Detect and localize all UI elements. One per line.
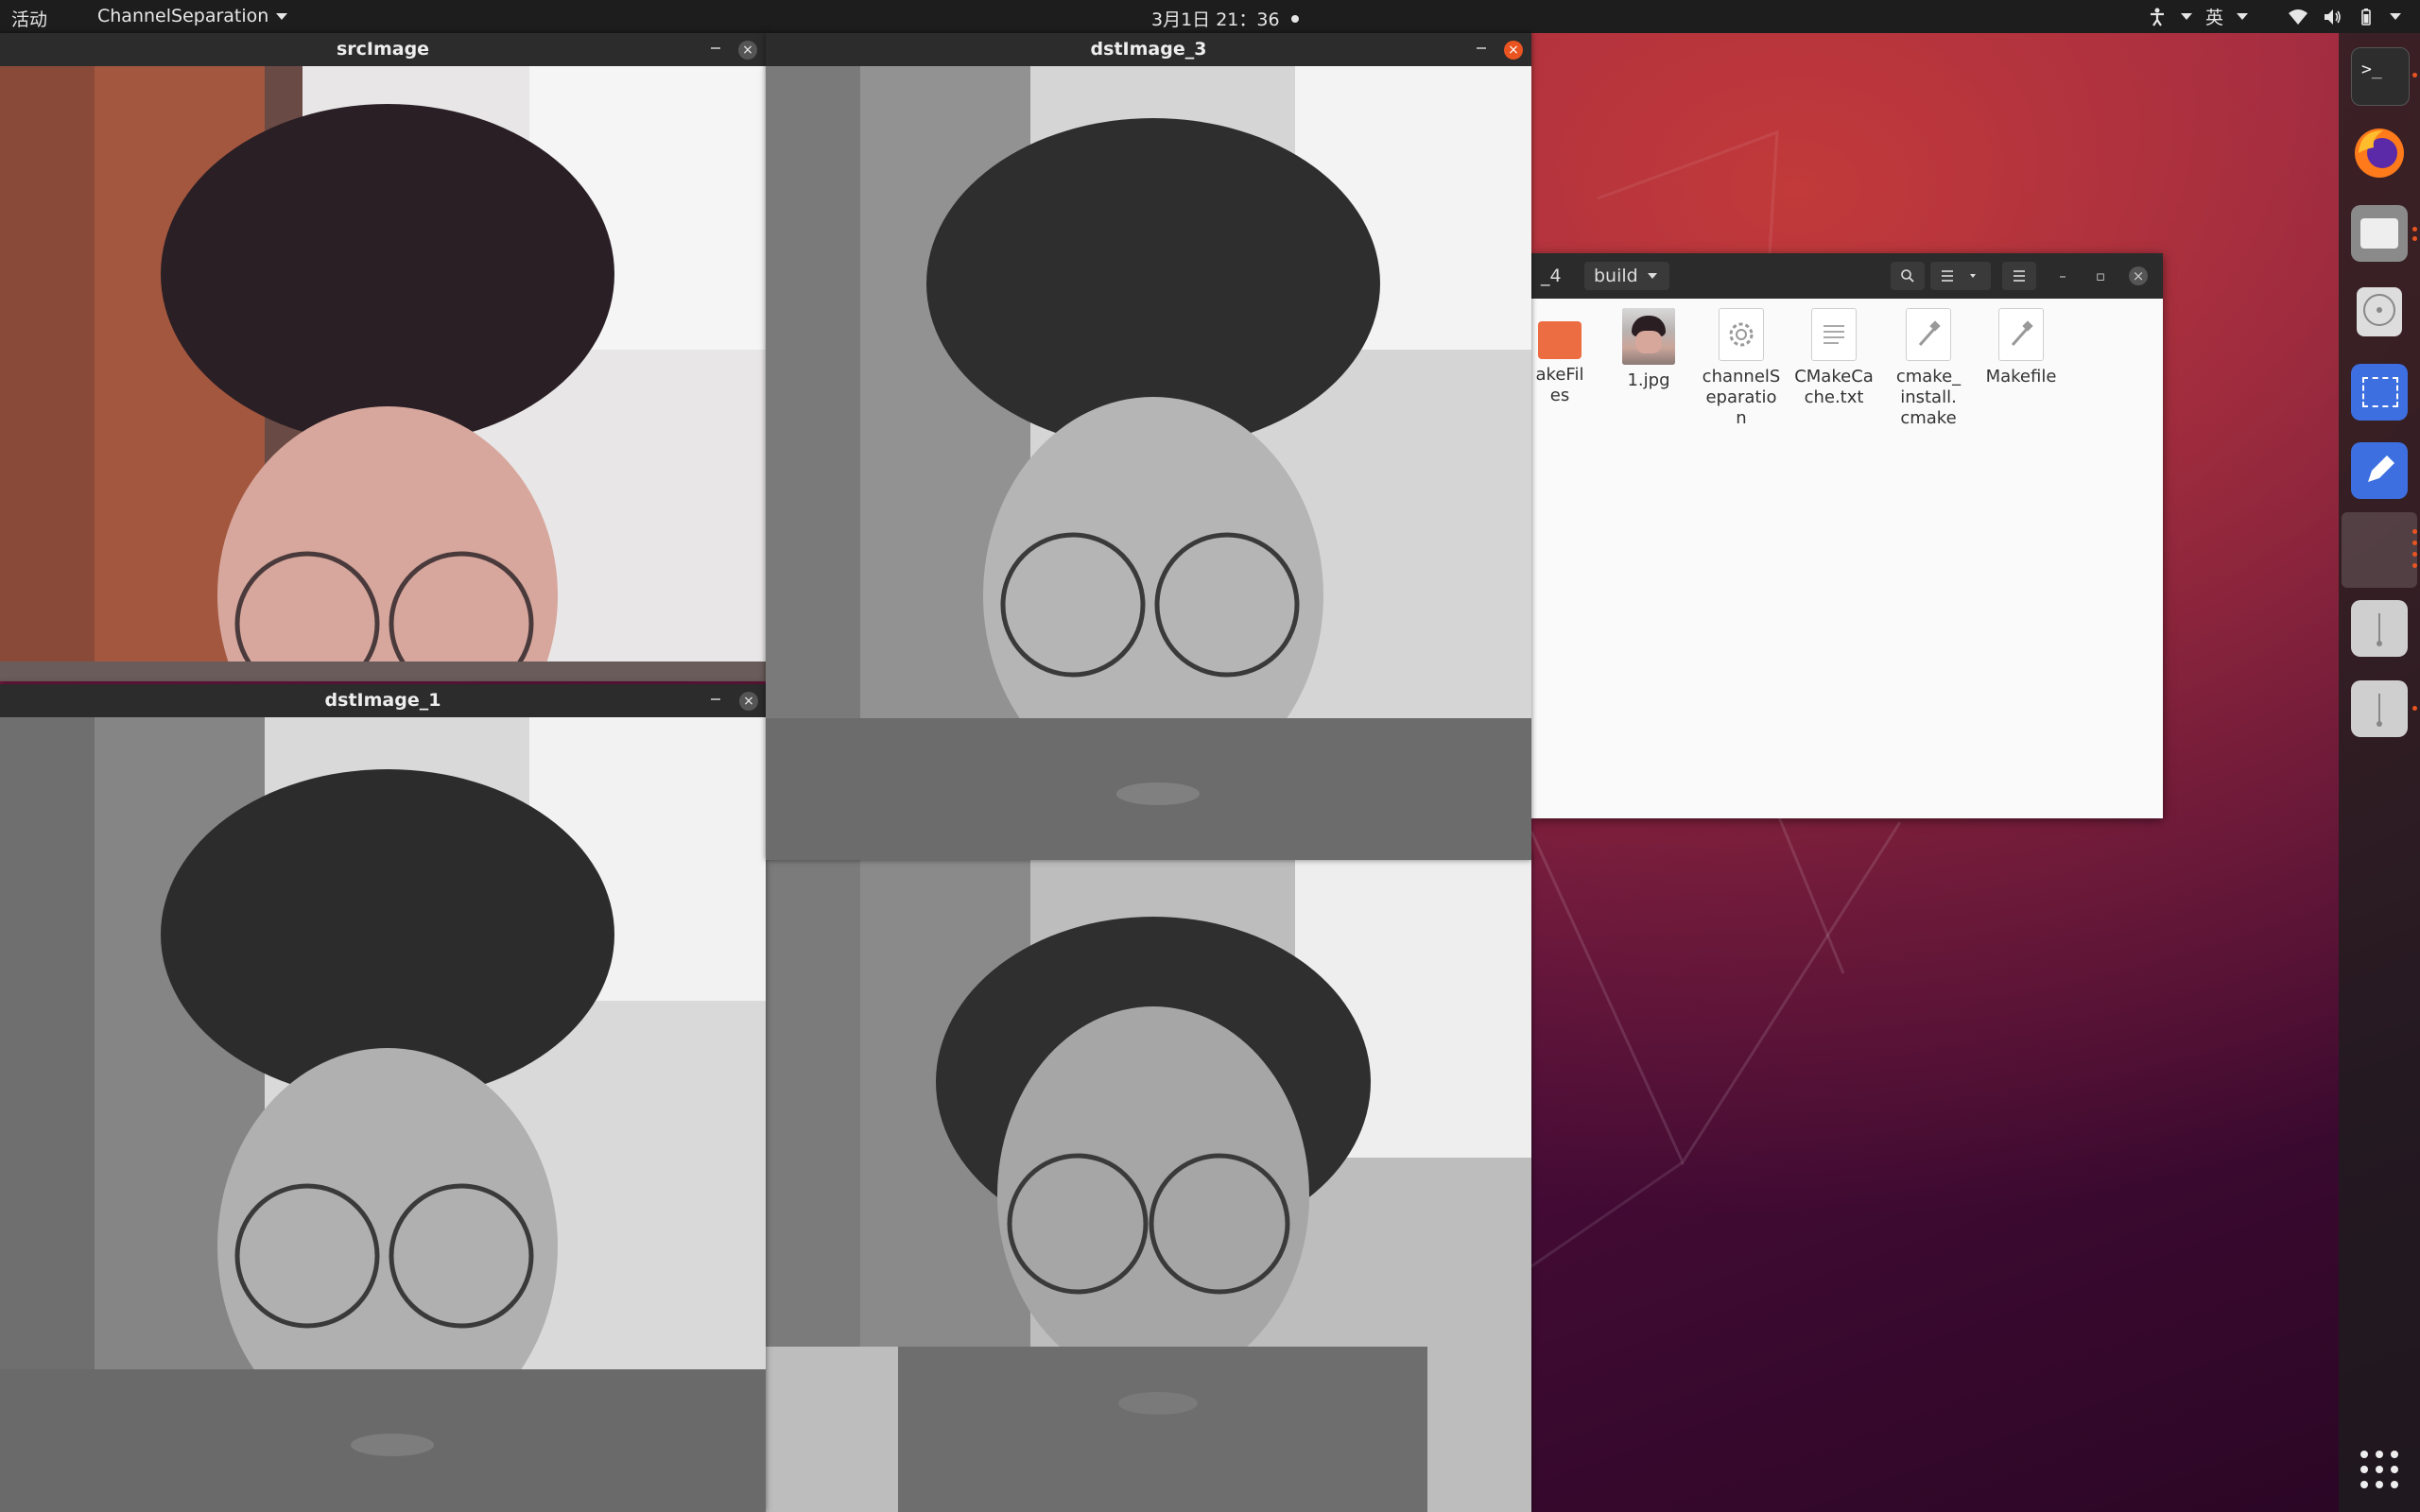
minimize-button[interactable] xyxy=(1477,47,1486,49)
maximize-button[interactable]: ▫ xyxy=(2091,266,2110,285)
running-indicator xyxy=(2412,541,2417,545)
activities-button[interactable]: 活动 xyxy=(11,6,47,31)
close-button[interactable]: × xyxy=(1504,41,1523,60)
files-icon[interactable] xyxy=(2351,205,2408,262)
grayscale-photo xyxy=(0,717,766,1512)
file-name: channelS eparatio n xyxy=(1702,367,1781,428)
running-indicator xyxy=(2412,529,2417,534)
breadcrumb-current[interactable]: build xyxy=(1584,262,1669,290)
show-apps-icon[interactable] xyxy=(2351,1441,2408,1498)
close-button[interactable]: × xyxy=(2129,266,2148,285)
window-title: dstImage_3 xyxy=(766,33,1531,66)
file-name: CMakeCa che.txt xyxy=(1794,367,1874,407)
running-indicator xyxy=(2412,73,2417,77)
srcimage-window[interactable]: srcImage × xyxy=(0,33,766,681)
script-icon xyxy=(1998,308,2044,361)
battery-icon xyxy=(2361,8,2371,26)
top-bar: 活动 ChannelSeparation 3月1日 21：36 英 xyxy=(0,0,2420,33)
app-menu[interactable]: ChannelSeparation xyxy=(97,6,288,26)
grayscale-photo xyxy=(766,66,1531,860)
chevron-down-icon xyxy=(2180,13,2192,20)
usb-drive-icon[interactable] xyxy=(2351,600,2408,657)
minimize-button[interactable] xyxy=(711,47,720,49)
chevron-down-icon xyxy=(2390,13,2401,20)
image-window-hidden xyxy=(766,855,1531,1512)
view-options-button[interactable] xyxy=(1930,262,1991,290)
running-indicator xyxy=(2412,706,2417,711)
clock[interactable]: 3月1日 21：36 xyxy=(1151,6,1299,31)
clock-label: 3月1日 21：36 xyxy=(1151,9,1280,30)
dock: >_ xyxy=(2339,33,2420,1512)
file-item[interactable]: akeFil es xyxy=(1531,308,1607,406)
accessibility-icon[interactable] xyxy=(2147,7,2168,27)
file-item[interactable]: 1.jpg xyxy=(1601,308,1696,391)
breadcrumb-current-label: build xyxy=(1594,266,1638,286)
terminal-icon[interactable]: >_ xyxy=(2351,47,2410,106)
file-name: Makefile xyxy=(1985,367,2057,387)
grayscale-image xyxy=(766,855,1531,1512)
grayscale-photo xyxy=(766,855,1531,1512)
opencv-window-icon[interactable] xyxy=(2342,512,2417,588)
notification-dot-icon xyxy=(1290,14,1299,23)
running-indicator xyxy=(2412,236,2417,241)
running-indicator xyxy=(2412,563,2417,568)
folder-icon xyxy=(1538,321,1582,359)
input-method-indicator[interactable]: 英 xyxy=(2205,4,2223,29)
app-menu-label: ChannelSeparation xyxy=(97,6,269,26)
system-tray[interactable]: 英 xyxy=(2147,4,2401,29)
chevron-down-icon xyxy=(276,12,288,20)
window-title: srcImage xyxy=(0,33,766,66)
grayscale-image xyxy=(0,717,766,1512)
file-name: 1.jpg xyxy=(1627,370,1670,390)
disc-icon[interactable] xyxy=(2351,284,2408,340)
running-indicator xyxy=(2412,227,2417,232)
file-item[interactable]: CMakeCa che.txt xyxy=(1787,308,1881,408)
search-icon xyxy=(1901,269,1914,283)
image-thumbnail xyxy=(1622,308,1675,365)
file-item[interactable]: channelS eparatio n xyxy=(1694,308,1789,429)
file-name: cmake_ install. cmake xyxy=(1895,367,1962,428)
firefox-icon[interactable] xyxy=(2351,125,2408,181)
search-button[interactable] xyxy=(1891,262,1925,290)
wifi-icon xyxy=(2289,9,2308,25)
screenshot-icon[interactable] xyxy=(2351,364,2408,421)
file-item[interactable]: cmake_ install. cmake xyxy=(1881,308,1976,429)
file-name: akeFil es xyxy=(1535,365,1584,405)
close-button[interactable]: × xyxy=(739,692,758,711)
color-image xyxy=(0,66,766,681)
window-title: dstImage_1 xyxy=(0,684,766,717)
minimize-button[interactable]: – xyxy=(2053,266,2072,285)
files-window: _4 build – ▫ × akeFil es 1.jpg channelS … xyxy=(1531,253,2163,818)
color-photo xyxy=(0,66,766,681)
menu-button[interactable] xyxy=(2002,262,2036,290)
dstimage3-window[interactable]: dstImage_3 × xyxy=(766,33,1531,860)
grayscale-image xyxy=(766,66,1531,860)
script-icon xyxy=(1906,308,1951,361)
volume-icon xyxy=(2325,9,2341,25)
file-item[interactable]: Makefile xyxy=(1974,308,2068,387)
dstimage1-window[interactable]: dstImage_1 × xyxy=(0,684,766,1512)
executable-icon xyxy=(1719,308,1764,361)
chevron-down-icon xyxy=(1647,273,1657,279)
list-view-icon xyxy=(1942,270,1976,282)
running-indicator xyxy=(2412,552,2417,557)
usb-drive-icon[interactable] xyxy=(2351,680,2408,737)
chevron-down-icon xyxy=(2237,13,2248,20)
files-header-bar: _4 build – ▫ × xyxy=(1531,253,2163,299)
text-editor-icon[interactable] xyxy=(2351,442,2408,499)
breadcrumb-parent[interactable]: _4 xyxy=(1531,262,1571,290)
minimize-button[interactable] xyxy=(711,698,720,700)
text-file-icon xyxy=(1811,308,1857,361)
hamburger-icon xyxy=(2014,270,2025,282)
close-button[interactable]: × xyxy=(738,41,757,60)
